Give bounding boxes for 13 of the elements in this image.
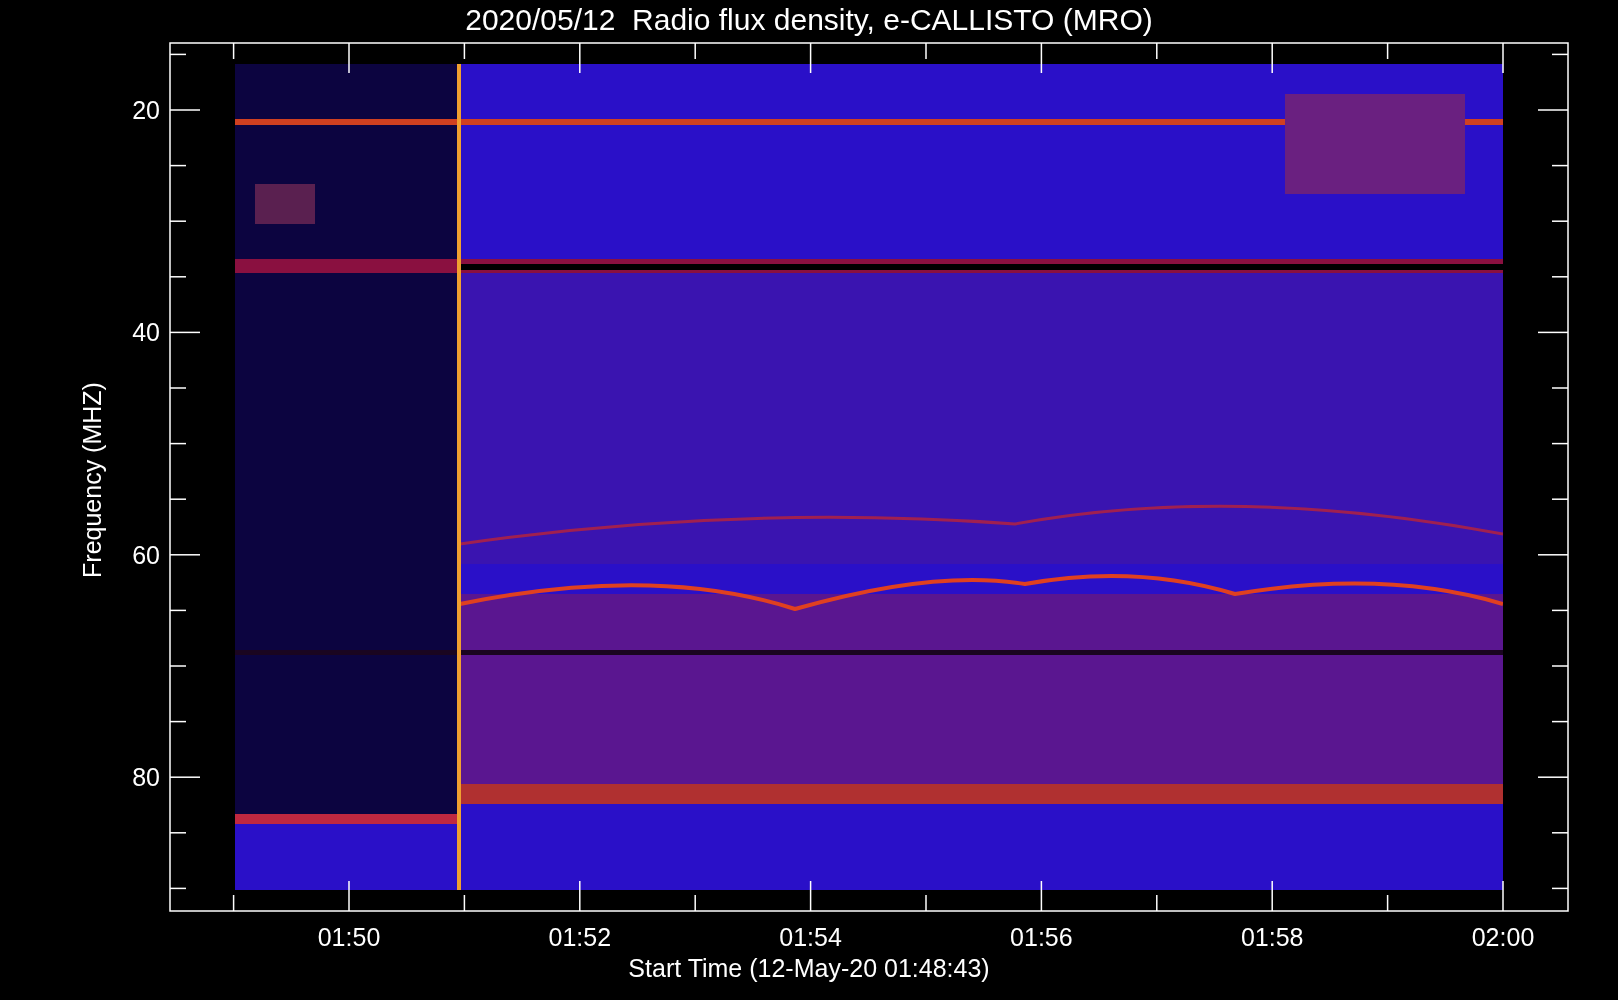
axis-tick-label: 01:56 bbox=[1010, 923, 1073, 951]
y-axis-label: Frequency (MHZ) bbox=[78, 382, 106, 578]
x-axis-label: Start Time (12-May-20 01:48:43) bbox=[628, 954, 990, 982]
axis-tick-label: 80 bbox=[132, 763, 160, 792]
plot-title: 2020/05/12 Radio flux density, e-CALLISTO (MRO) bbox=[465, 3, 1153, 36]
axis-tick-label: 01:58 bbox=[1240, 923, 1304, 951]
axis-tick-label: 40 bbox=[132, 318, 160, 347]
axis-tick-label: 02:00 bbox=[1471, 923, 1535, 951]
axis-tick-label: 01:52 bbox=[548, 923, 612, 951]
axis-tick-label: 01:54 bbox=[779, 923, 842, 951]
axis-tick-label: 01:50 bbox=[317, 923, 381, 951]
axis-tick-label: 60 bbox=[132, 540, 160, 569]
axis-tick-label: 20 bbox=[132, 96, 160, 124]
